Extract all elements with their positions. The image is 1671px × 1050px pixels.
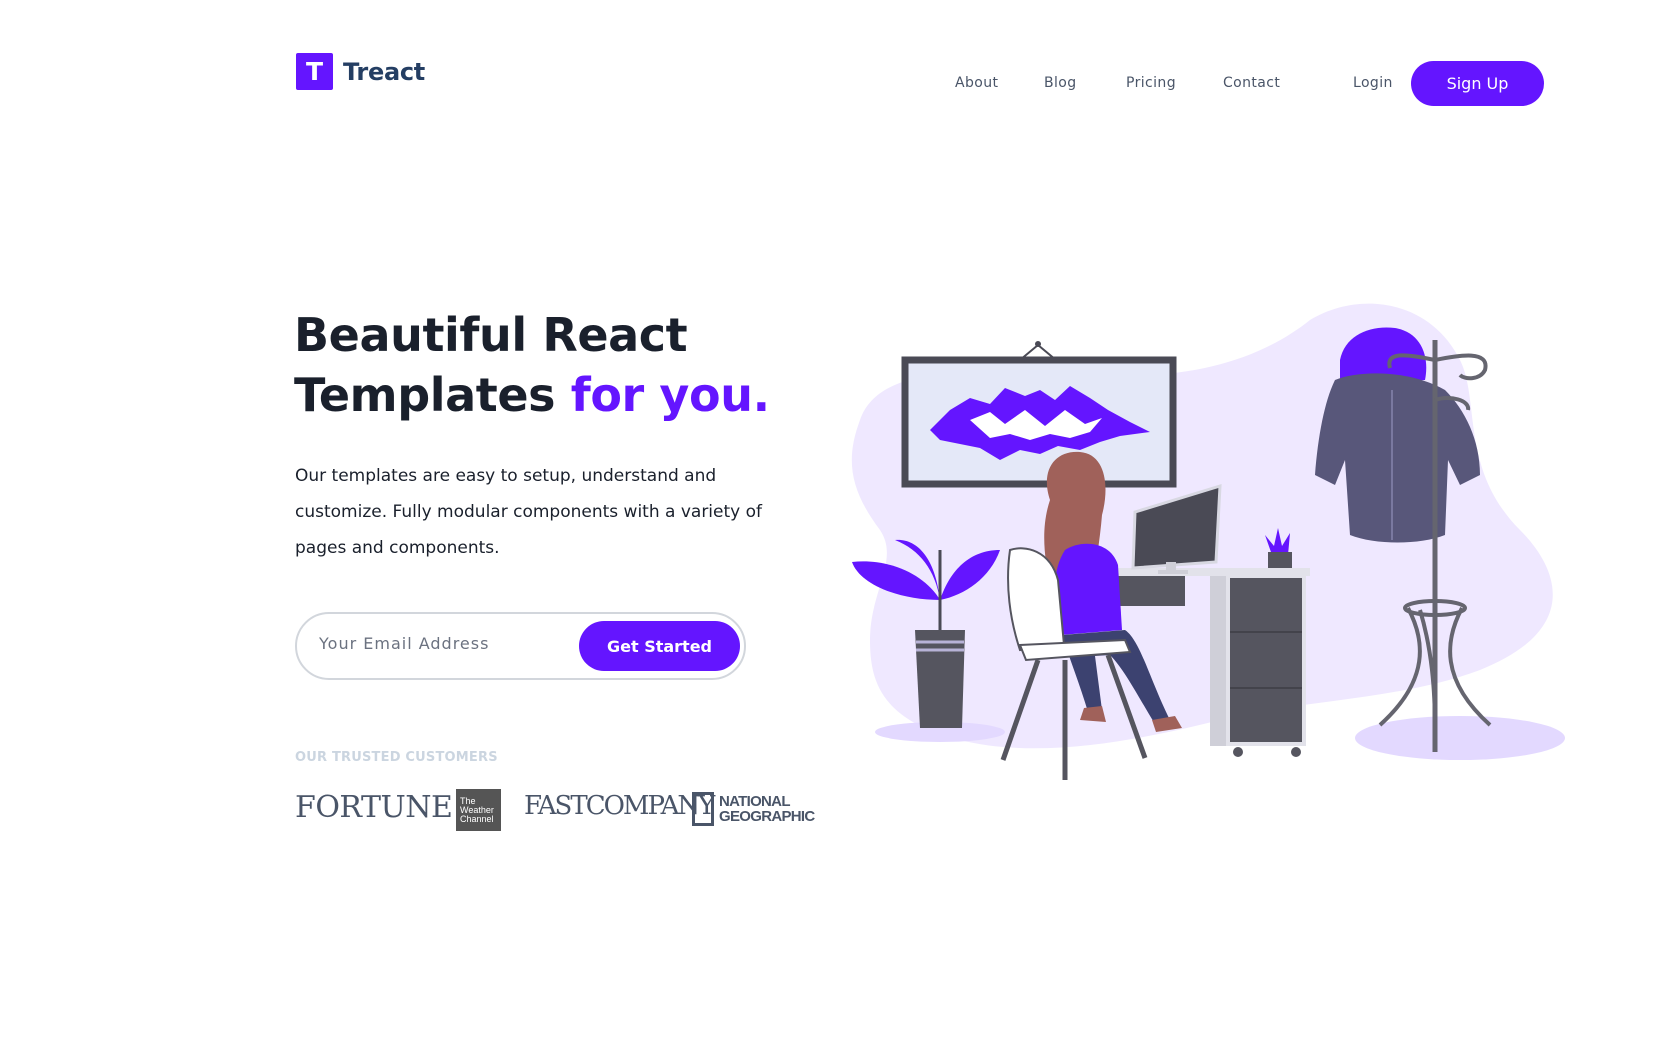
trusted-customers-heading: OUR TRUSTED CUSTOMERS [295,750,498,765]
email-signup-form: Get Started [295,612,746,680]
hero-title-line2: Templates [294,368,571,422]
weather-channel-logo: The Weather Channel [456,789,501,831]
get-started-button[interactable]: Get Started [579,621,740,671]
nav-blog[interactable]: Blog [1044,75,1077,91]
desk-leg [1210,576,1228,746]
hero-title-line1: Beautiful React [294,308,688,362]
natgeo-line1: NATIONAL [719,793,790,810]
cabinet-wheel-1 [1233,747,1243,757]
woman-shoe-left [1080,706,1106,722]
logo-icon: T [296,53,333,90]
fast-company-logo: FASTCOMPANY [524,791,715,821]
brand-logo[interactable]: T Treact [296,53,425,90]
hero-title-accent: for you. [570,368,770,422]
nav-pricing[interactable]: Pricing [1126,75,1176,91]
desk-plant-pot [1268,552,1292,568]
email-input[interactable] [319,634,569,653]
brand-name: Treact [343,57,425,86]
nav-contact[interactable]: Contact [1223,75,1280,91]
signup-button[interactable]: Sign Up [1411,61,1544,106]
hero-description: Our templates are easy to setup, underst… [295,466,763,558]
natgeo-frame-icon [692,792,714,826]
nav-about[interactable]: About [955,75,998,91]
plant-pot [915,630,965,728]
frame-hook [1035,341,1041,347]
floor-shadow-stand [1355,716,1565,760]
monitor-base [1158,570,1188,574]
cabinet-wheel-2 [1291,747,1301,757]
login-link[interactable]: Login [1353,75,1393,91]
natgeo-line2: GEOGRAPHIC [719,808,815,825]
desk-cabinet [1226,574,1306,746]
hero-title: Beautiful React Templates for you. [294,305,770,425]
weather-logo-line3: Channel [460,814,494,824]
woman-torso [1054,543,1122,635]
hero-illustration [851,303,1565,780]
fortune-logo: FORTUNE [295,790,453,825]
natgeo-text: NATIONAL GEOGRAPHIC [719,794,815,824]
national-geographic-logo: NATIONAL GEOGRAPHIC [692,792,815,826]
